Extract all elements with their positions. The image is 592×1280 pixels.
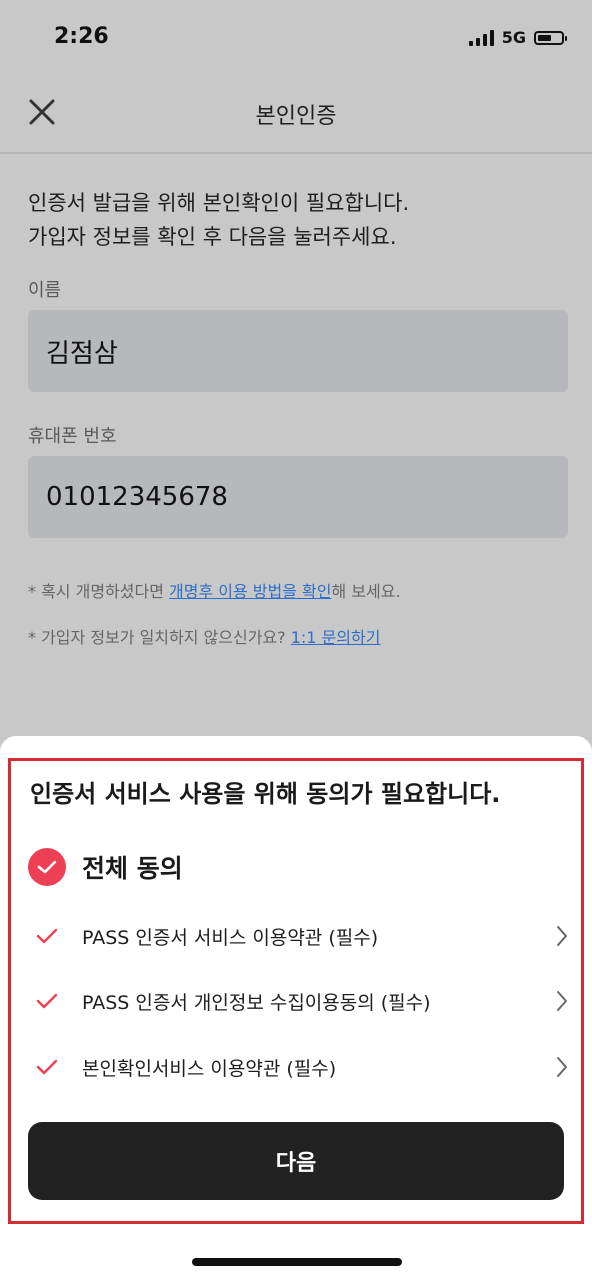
phone-field[interactable]: 01012345678 [28, 456, 568, 538]
consent-title: 인증서 서비스 사용을 위해 동의가 필요합니다. [30, 780, 501, 808]
battery-icon [534, 30, 567, 45]
phone-label: 휴대폰 번호 [28, 426, 117, 447]
name-label: 이름 [28, 280, 62, 301]
rename-guide-link[interactable]: 개명후 이용 방법을 확인 [169, 582, 331, 601]
rename-note-prefix: * 혹시 개명하셨다면 [28, 582, 170, 601]
term-label: 본인확인서비스 이용약관 (필수) [82, 1057, 337, 1080]
battery-level [538, 34, 551, 41]
agree-all-label: 전체 동의 [82, 854, 183, 883]
check-icon [36, 993, 58, 1009]
check-icon [36, 1059, 58, 1075]
consent-sheet: 인증서 서비스 사용을 위해 동의가 필요합니다. 전체 동의 PASS 인증서… [0, 736, 592, 1280]
nav-bar: 본인인증 [0, 76, 592, 154]
check-icon [36, 928, 58, 944]
name-field[interactable]: 김점삼 [28, 310, 568, 392]
check-circle-icon [28, 848, 66, 886]
inquiry-link[interactable]: 1:1 문의하기 [291, 628, 381, 647]
network-type: 5G [501, 28, 526, 47]
page-title: 본인인증 [255, 104, 337, 129]
signal-icon [468, 29, 494, 46]
intro-line-2: 가입자 정보를 확인 후 다음을 눌러주세요. [28, 225, 397, 249]
home-indicator [192, 1258, 402, 1266]
mismatch-note-prefix: * 가입자 정보가 일치하지 않으신가요? [28, 628, 291, 647]
chevron-right-icon[interactable] [552, 1055, 572, 1079]
next-button[interactable]: 다음 [28, 1122, 564, 1200]
status-time: 2:26 [54, 24, 109, 49]
status-indicators: 5G [468, 28, 567, 47]
term-item-pass-privacy[interactable]: PASS 인증서 개인정보 수집이용동의 (필수) [36, 981, 572, 1021]
chevron-right-icon[interactable] [552, 924, 572, 948]
rename-note-suffix: 해 보세요. [331, 582, 401, 601]
mismatch-note: * 가입자 정보가 일치하지 않으신가요? 1:1 문의하기 [28, 624, 568, 648]
term-label: PASS 인증서 서비스 이용약관 (필수) [82, 926, 379, 949]
intro-text: 인증서 발급을 위해 본인확인이 필요합니다. 가입자 정보를 확인 후 다음을… [28, 186, 568, 254]
status-bar: 2:26 5G [0, 0, 592, 76]
agree-all-checkbox[interactable]: 전체 동의 [28, 848, 183, 886]
term-label: PASS 인증서 개인정보 수집이용동의 (필수) [82, 991, 431, 1014]
term-item-pass-service[interactable]: PASS 인증서 서비스 이용약관 (필수) [36, 916, 572, 956]
verification-form: 인증서 발급을 위해 본인확인이 필요합니다. 가입자 정보를 확인 후 다음을… [28, 186, 568, 648]
term-item-identity-service[interactable]: 본인확인서비스 이용약관 (필수) [36, 1047, 572, 1087]
rename-note: * 혹시 개명하셨다면 개명후 이용 방법을 확인해 보세요. [28, 578, 568, 602]
chevron-right-icon[interactable] [552, 989, 572, 1013]
intro-line-1: 인증서 발급을 위해 본인확인이 필요합니다. [28, 191, 410, 215]
